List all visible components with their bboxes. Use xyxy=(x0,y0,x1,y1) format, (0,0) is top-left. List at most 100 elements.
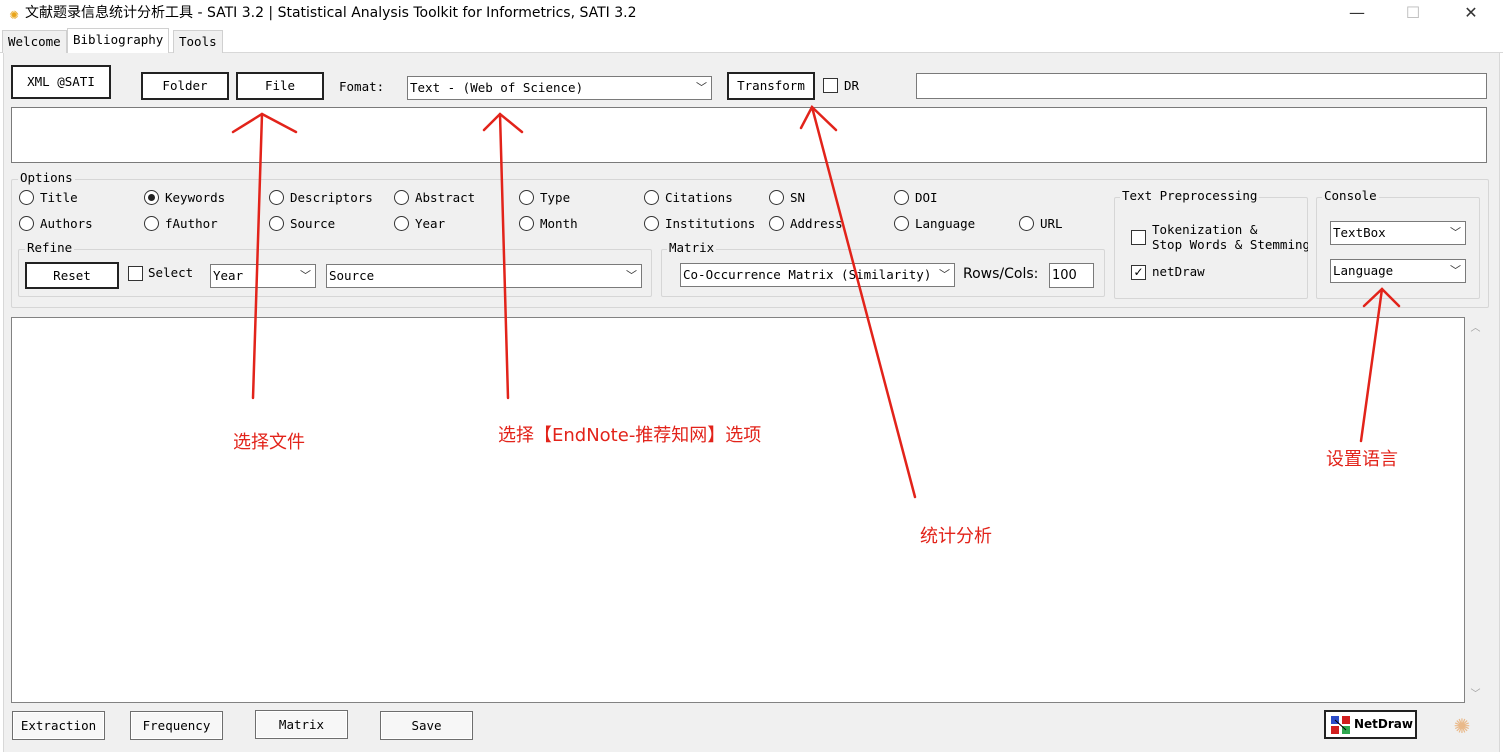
console-output-select[interactable]: TextBox ﹀ xyxy=(1330,221,1466,245)
sati-watermark-icon: ✺ xyxy=(1453,714,1471,738)
radio-title[interactable] xyxy=(19,190,34,205)
annotation-choose-file: 选择文件 xyxy=(233,432,305,453)
tab-bibliography[interactable]: Bibliography xyxy=(67,28,170,53)
text-preprocessing-title: Text Preprocessing xyxy=(1120,188,1260,203)
dr-label: DR xyxy=(844,78,860,93)
radio-doi[interactable] xyxy=(894,190,909,205)
folder-button[interactable]: Folder xyxy=(141,72,229,100)
radio-type[interactable] xyxy=(519,190,534,205)
source-select-value: Source xyxy=(329,268,375,283)
tab-welcome[interactable]: Welcome xyxy=(2,30,67,53)
file-button[interactable]: File xyxy=(236,72,324,100)
reset-button[interactable]: Reset xyxy=(25,262,119,289)
maximize-button[interactable]: ☐ xyxy=(1390,0,1436,28)
matrix-type-select[interactable]: Co-Occurrence Matrix (Similarity) ﹀ xyxy=(680,263,955,287)
radio-address-label: Address xyxy=(790,216,843,231)
radio-citations[interactable] xyxy=(644,190,659,205)
radio-source-label: Source xyxy=(290,216,336,231)
chevron-down-icon: ﹀ xyxy=(626,269,637,282)
radio-citations-label: Citations xyxy=(665,190,733,205)
radio-type-label: Type xyxy=(540,190,571,205)
radio-sn[interactable] xyxy=(769,190,784,205)
tokenization-checkbox[interactable] xyxy=(1131,230,1146,245)
radio-language-label: Language xyxy=(915,216,976,231)
options-title: Options xyxy=(18,170,75,185)
save-button[interactable]: Save xyxy=(380,711,473,740)
tokenization-label: Tokenization & Stop Words & Stemming xyxy=(1152,222,1308,252)
netdraw-label: netDraw xyxy=(1152,264,1205,279)
minimize-button[interactable]: — xyxy=(1334,0,1380,28)
chevron-down-icon: ﹀ xyxy=(300,269,311,282)
vertical-scrollbar[interactable]: ︿ ﹀ xyxy=(1467,317,1484,703)
language-select[interactable]: Language ﹀ xyxy=(1330,259,1466,283)
source-select[interactable]: Source ﹀ xyxy=(326,264,642,288)
radio-year-label: Year xyxy=(415,216,446,231)
netdraw-button-label: NetDraw xyxy=(1354,717,1413,731)
select-label: Select xyxy=(148,265,194,280)
chevron-down-icon: ﹀ xyxy=(696,81,707,94)
annotation-choose-endnote: 选择【EndNote-推荐知网】选项 xyxy=(498,425,762,446)
transform-button[interactable]: Transform xyxy=(727,72,815,100)
dr-checkbox[interactable] xyxy=(823,78,838,93)
matrix-button[interactable]: Matrix xyxy=(255,710,348,739)
extraction-button[interactable]: Extraction xyxy=(12,711,105,740)
netdraw-logo-icon xyxy=(1331,716,1350,734)
radio-institutions-label: Institutions xyxy=(665,216,756,231)
chevron-down-icon: ﹀ xyxy=(1450,226,1461,239)
radio-abstract[interactable] xyxy=(394,190,409,205)
radio-institutions[interactable] xyxy=(644,216,659,231)
close-button[interactable]: ✕ xyxy=(1448,0,1494,28)
title-bar: ✺ 文献题录信息统计分析工具 - SATI 3.2 | Statistical … xyxy=(0,0,1503,30)
refine-title: Refine xyxy=(25,240,75,255)
radio-keywords-label: Keywords xyxy=(165,190,226,205)
matrix-type-value: Co-Occurrence Matrix (Similarity) xyxy=(683,267,932,282)
radio-month-label: Month xyxy=(540,216,578,231)
console-output-area[interactable] xyxy=(11,317,1465,703)
netdraw-button[interactable]: NetDraw xyxy=(1324,710,1417,739)
format-label: Fomat: xyxy=(339,79,385,94)
radio-fauthor-label: fAuthor xyxy=(165,216,218,231)
tokenization-label-line2: Stop Words & Stemming xyxy=(1152,237,1308,252)
format-select[interactable]: Text - (Web of Science) ﹀ xyxy=(407,76,712,100)
radio-month[interactable] xyxy=(519,216,534,231)
scroll-down-icon[interactable]: ﹀ xyxy=(1467,685,1484,700)
tokenization-label-line1: Tokenization & xyxy=(1152,222,1258,237)
tab-tools[interactable]: Tools xyxy=(173,30,223,53)
radio-address[interactable] xyxy=(769,216,784,231)
format-select-value: Text - (Web of Science) xyxy=(410,80,584,95)
year-select[interactable]: Year ﹀ xyxy=(210,264,316,288)
console-group xyxy=(1316,197,1480,299)
radio-fauthor[interactable] xyxy=(144,216,159,231)
path-input[interactable] xyxy=(916,73,1487,99)
netdraw-checkbox[interactable]: ✓ xyxy=(1131,265,1146,280)
sun-logo-icon: ✺ xyxy=(9,5,19,23)
language-select-value: Language xyxy=(1333,263,1394,278)
radio-descriptors[interactable] xyxy=(269,190,284,205)
console-title: Console xyxy=(1322,188,1379,203)
radio-abstract-label: Abstract xyxy=(415,190,476,205)
scroll-up-icon[interactable]: ︿ xyxy=(1467,319,1484,334)
radio-language[interactable] xyxy=(894,216,909,231)
radio-keywords[interactable] xyxy=(144,190,159,205)
radio-sn-label: SN xyxy=(790,190,806,205)
radio-title-label: Title xyxy=(40,190,78,205)
radio-doi-label: DOI xyxy=(915,190,938,205)
select-checkbox[interactable] xyxy=(128,266,143,281)
chevron-down-icon: ﹀ xyxy=(939,268,950,281)
radio-year[interactable] xyxy=(394,216,409,231)
window-title: 文献题录信息统计分析工具 - SATI 3.2 | Statistical An… xyxy=(25,5,637,21)
radio-url[interactable] xyxy=(1019,216,1034,231)
radio-descriptors-label: Descriptors xyxy=(290,190,373,205)
info-textbox[interactable] xyxy=(11,107,1487,163)
tab-strip xyxy=(0,29,1503,53)
rows-cols-label: Rows/Cols: xyxy=(963,266,1039,282)
radio-source[interactable] xyxy=(269,216,284,231)
year-select-value: Year xyxy=(213,268,244,283)
radio-authors-label: Authors xyxy=(40,216,93,231)
console-output-value: TextBox xyxy=(1333,225,1386,240)
xml-sati-button[interactable]: XML @SATI xyxy=(11,65,111,99)
frequency-button[interactable]: Frequency xyxy=(130,711,223,740)
rows-cols-input[interactable]: 100 xyxy=(1049,263,1094,288)
annotation-set-language: 设置语言 xyxy=(1326,449,1398,470)
radio-authors[interactable] xyxy=(19,216,34,231)
